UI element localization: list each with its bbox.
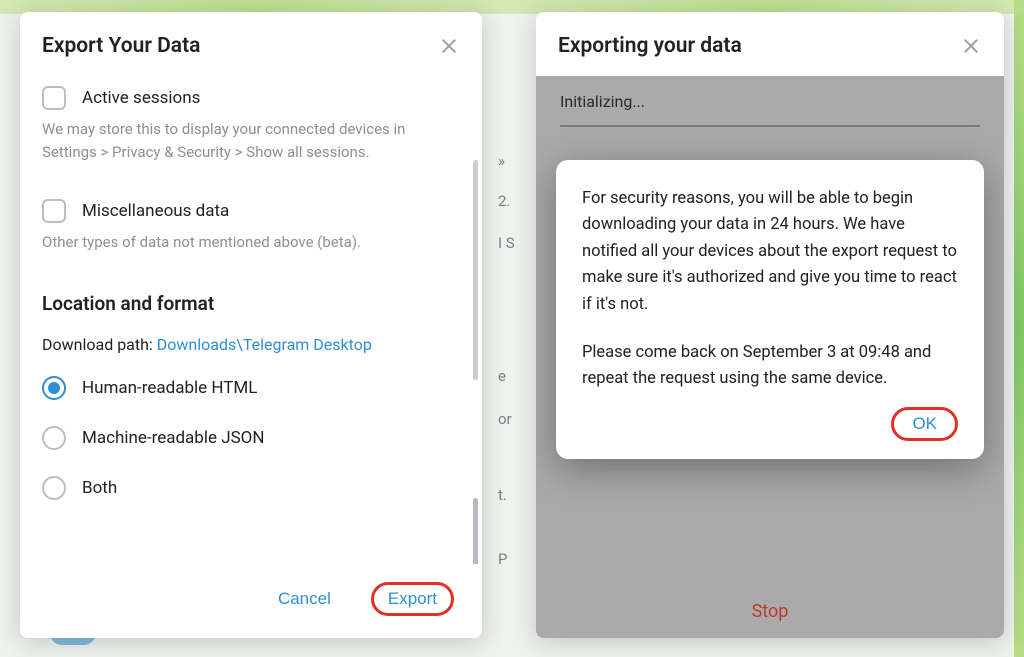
- radio-html[interactable]: Human-readable HTML: [42, 376, 460, 400]
- radio-label: Machine-readable JSON: [82, 428, 265, 448]
- download-path-row: Download path: Downloads\Telegram Deskto…: [42, 335, 460, 354]
- option-hint: We may store this to display your connec…: [42, 118, 460, 163]
- dialog-title: Exporting your data: [558, 34, 742, 58]
- highlight-ring: OK: [891, 407, 958, 441]
- radio-label: Both: [82, 478, 117, 498]
- popup-paragraph: For security reasons, you will be able t…: [582, 186, 958, 318]
- export-button[interactable]: Export: [388, 589, 437, 609]
- background-text: » 2. I S e or t. P: [498, 12, 534, 638]
- security-delay-popup: For security reasons, you will be able t…: [556, 160, 984, 459]
- dialog-title: Export Your Data: [42, 34, 200, 58]
- scrollbar-thumb[interactable]: [473, 160, 478, 380]
- export-settings-dialog: Export Your Data Active sessions We may …: [20, 12, 482, 638]
- modal-scrim: Initializing... For security reasons, yo…: [536, 76, 1004, 638]
- close-icon[interactable]: [960, 35, 982, 57]
- radio-unchecked-icon[interactable]: [42, 476, 66, 500]
- scrollbar-thumb[interactable]: [473, 498, 478, 564]
- checkbox-unchecked-icon[interactable]: [42, 199, 66, 223]
- option-misc-data[interactable]: Miscellaneous data: [42, 199, 460, 223]
- radio-label: Human-readable HTML: [82, 378, 257, 398]
- radio-unchecked-icon[interactable]: [42, 426, 66, 450]
- ok-button[interactable]: OK: [908, 414, 941, 434]
- download-path-link[interactable]: Downloads\Telegram Desktop: [157, 335, 372, 354]
- stop-button[interactable]: Stop: [536, 601, 1004, 622]
- status-text: Initializing...: [536, 76, 1004, 115]
- option-label: Active sessions: [82, 88, 200, 108]
- highlight-ring: Export: [371, 582, 454, 616]
- option-active-sessions[interactable]: Active sessions: [42, 86, 460, 110]
- section-location-format: Location and format: [42, 292, 460, 315]
- progress-rule: [560, 125, 980, 127]
- format-radio-group: Human-readable HTML Machine-readable JSO…: [42, 376, 460, 500]
- radio-checked-icon[interactable]: [42, 376, 66, 400]
- option-hint: Other types of data not mentioned above …: [42, 231, 460, 254]
- option-label: Miscellaneous data: [82, 201, 229, 221]
- radio-both[interactable]: Both: [42, 476, 460, 500]
- download-path-label: Download path:: [42, 335, 157, 354]
- radio-json[interactable]: Machine-readable JSON: [42, 426, 460, 450]
- export-progress-dialog: Exporting your data Initializing... For …: [536, 12, 1004, 638]
- checkbox-unchecked-icon[interactable]: [42, 86, 66, 110]
- cancel-button[interactable]: Cancel: [268, 583, 341, 615]
- close-icon[interactable]: [438, 35, 460, 57]
- popup-paragraph: Please come back on September 3 at 09:48…: [582, 340, 958, 393]
